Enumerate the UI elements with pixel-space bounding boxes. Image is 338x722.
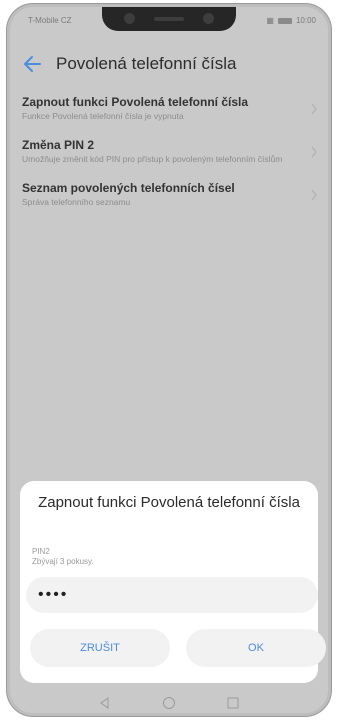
status-icons: ▦ 10:00 [266,16,316,25]
recents-square-icon[interactable] [226,696,240,710]
setting-title: Změna PIN 2 [22,138,95,152]
dialog-title: Zapnout funkci Povolená telefonní čísla [38,494,300,511]
setting-subtitle: Funkce Povolená telefonní čísla je vypnu… [22,111,184,121]
home-circle-icon[interactable] [162,696,176,710]
status-bar: T-Mobile CZ ▦ 10:00 [10,7,328,33]
chevron-right-icon [311,103,317,114]
camera-notch [102,7,236,31]
chevron-right-icon [311,146,317,157]
settings-list: Zapnout funkci Povolená telefonní čísla … [10,89,328,214]
pin2-label: PIN2 [32,547,50,556]
pin2-dialog: Zapnout funkci Povolená telefonní čísla … [20,481,326,683]
setting-enable-fdn[interactable]: Zapnout funkci Povolená telefonní čísla … [10,89,328,128]
carrier-label: T-Mobile CZ [28,16,72,25]
phone-frame: T-Mobile CZ ▦ 10:00 Povolená telefonní č… [7,4,331,716]
clock: 10:00 [295,16,316,25]
setting-title: Zapnout funkci Povolená telefonní čísla [22,95,249,109]
setting-change-pin2[interactable]: Změna PIN 2 Umožňuje změnit kód PIN pro … [10,132,328,171]
speaker-icon [154,17,184,21]
back-triangle-icon[interactable] [98,696,112,710]
page-title: Povolená telefonní čísla [56,54,237,73]
ok-button[interactable]: OK [186,629,326,667]
sensor-icon [203,13,214,24]
battery-icon [277,17,292,24]
setting-subtitle: Správa telefonního seznamu [22,197,131,207]
attempts-hint: Zbývají 3 pokusy. [32,557,94,566]
cancel-button[interactable]: ZRUŠIT [30,629,170,667]
chevron-right-icon [311,189,317,200]
pin2-input[interactable] [26,577,318,613]
setting-fdn-list[interactable]: Seznam povolených telefonních čísel Sprá… [10,175,328,214]
app-bar: Povolená telefonní čísla [10,47,328,81]
vibrate-icon: ▦ [266,16,274,25]
camera-icon [124,13,135,24]
navigation-bar [10,692,328,713]
setting-subtitle: Umožňuje změnit kód PIN pro přístup k po… [22,154,283,164]
arrow-left-icon[interactable] [22,53,44,75]
screen: T-Mobile CZ ▦ 10:00 Povolená telefonní č… [10,7,328,713]
setting-title: Seznam povolených telefonních čísel [22,181,235,195]
